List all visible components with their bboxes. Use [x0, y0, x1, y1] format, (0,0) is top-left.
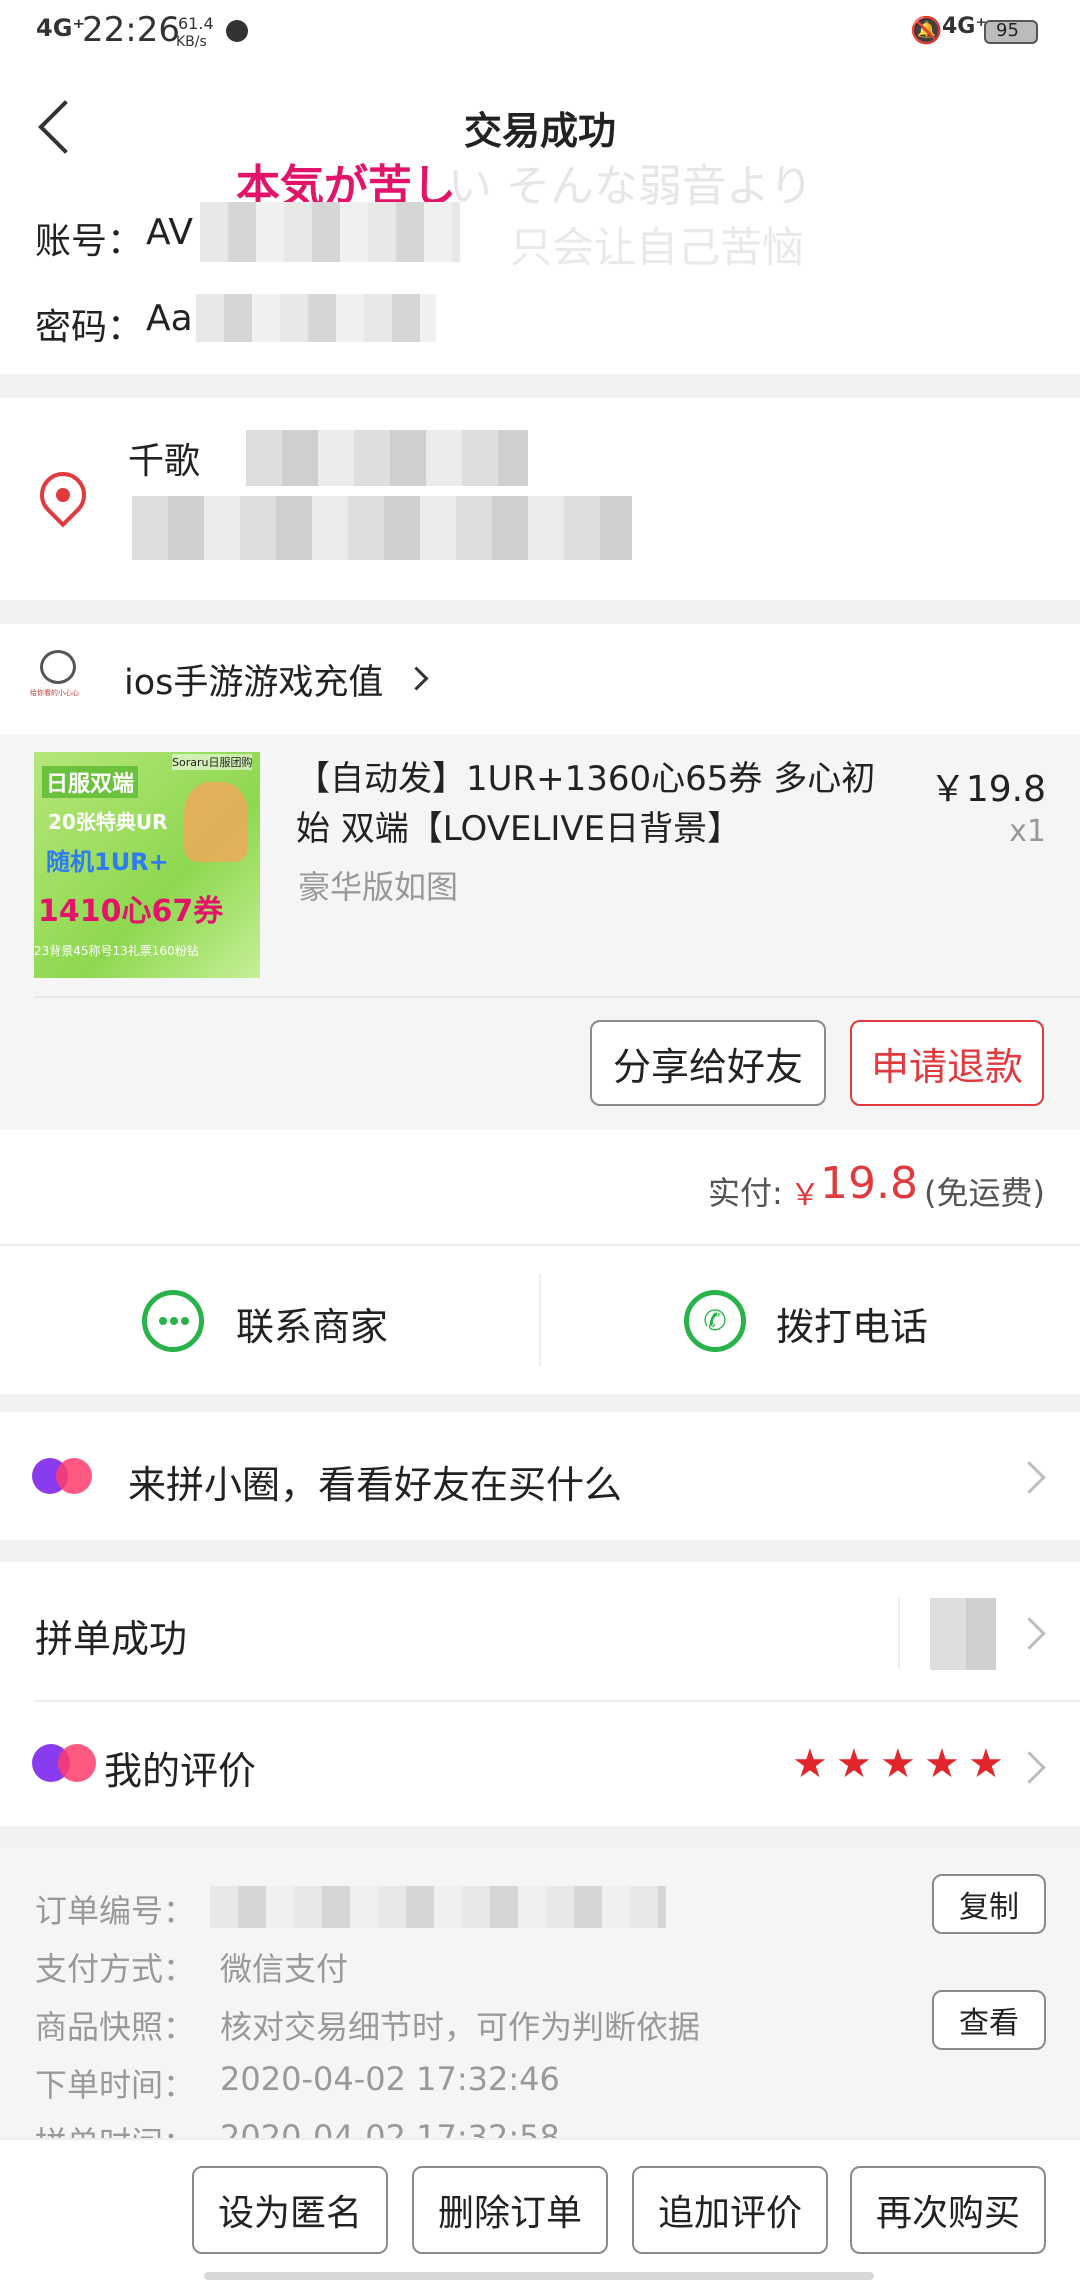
review-chevron-icon: [1013, 1751, 1046, 1784]
star-icon: ★: [792, 1741, 828, 1787]
order-info-section: 订单编号： 复制 支付方式： 微信支付 商品快照： 核对交易细节时，可作为判断依…: [0, 1848, 1080, 2162]
shop-header[interactable]: 给你看的小心心 ios手游游戏充值: [0, 624, 1080, 734]
phone-icon: ✆: [684, 1290, 746, 1352]
address-section[interactable]: 千歌: [0, 398, 1080, 600]
group-review-section: 拼单成功 我的评价 ★ ★ ★ ★ ★: [0, 1562, 1080, 1826]
star-icon: ★: [968, 1741, 1004, 1787]
password-label: 密码：: [35, 307, 144, 348]
product-quantity: x1: [1009, 814, 1046, 849]
product-divider: [34, 996, 1080, 998]
signal-indicator: 4G⁺: [36, 14, 86, 42]
paid-label: 实付:: [708, 1174, 783, 1212]
product-image-line-5: 23背景45称号13礼票160粉钻: [34, 944, 199, 958]
call-phone-button[interactable]: ✆ 拨打电话: [540, 1246, 1080, 1394]
star-icon: ★: [924, 1741, 960, 1787]
account-value: AV: [146, 212, 193, 253]
refund-button[interactable]: 申请退款: [850, 1020, 1044, 1106]
payment-section: 实付: ￥ 19.8 (免运费): [0, 1130, 1080, 1244]
product-image-line-4: 1410心67券: [38, 894, 224, 929]
product-image-badge: Soraru日服团购: [172, 754, 253, 770]
circle-chevron-icon: [1013, 1461, 1046, 1494]
product-image[interactable]: Soraru日服团购 日服双端 20张特典UR 随机1UR+ 1410心67券 …: [34, 752, 260, 978]
page-title: 交易成功: [463, 109, 616, 153]
product-spec: 豪华版如图: [298, 868, 459, 906]
recipient-name: 千歌: [128, 441, 201, 482]
clock: 22:26: [82, 10, 180, 50]
my-review-row[interactable]: 我的评价 ★ ★ ★ ★ ★: [0, 1702, 1080, 1826]
battery-level: 95: [996, 20, 1019, 41]
product-image-line-2: 20张特典UR: [48, 810, 168, 834]
pay-method-value: 微信支付: [220, 1950, 349, 1988]
shop-logo-caption: 给你看的小心心: [30, 689, 79, 697]
product-image-character: [184, 782, 248, 862]
shop-logo: 给你看的小心心: [30, 650, 84, 706]
buy-again-button[interactable]: 再次购买: [850, 2166, 1046, 2254]
product-title[interactable]: 【自动发】1UR+1360心65券 多心初始 双端【LOVELIVE日背景】: [296, 754, 886, 854]
view-snapshot-button[interactable]: 查看: [932, 1990, 1046, 2050]
star-icon: ★: [836, 1741, 872, 1787]
anonymous-button[interactable]: 设为匿名: [192, 2166, 388, 2254]
lyric-overlay-rest: い そんな弱音より: [448, 161, 814, 212]
password-redacted: [196, 294, 436, 342]
group-chevron-icon: [1013, 1617, 1046, 1650]
group-divider: [898, 1598, 900, 1668]
contact-merchant-button[interactable]: 联系商家: [0, 1246, 540, 1394]
network-indicator: 4G⁺: [942, 14, 987, 39]
product-price: ￥19.8: [929, 769, 1046, 810]
add-review-button[interactable]: 追加评价: [632, 2166, 828, 2254]
order-no-label: 订单编号：: [35, 1892, 196, 1930]
call-phone-label: 拨打电话: [776, 1305, 929, 1349]
paid-amount: 19.8: [820, 1158, 918, 1209]
chat-bubble-icon: [142, 1290, 204, 1352]
copy-button[interactable]: 复制: [932, 1874, 1046, 1934]
mute-icon: 🔕: [910, 16, 943, 46]
shop-logo-icon: [40, 650, 76, 684]
order-time-label: 下单时间：: [35, 2066, 196, 2104]
header-account-section: 交易成功 本気が苦し い そんな弱音より 只会让自己苦恼 账号： AV 密码： …: [0, 62, 1080, 374]
gesture-bar: [204, 2272, 874, 2280]
group-avatar-redacted: [930, 1598, 996, 1670]
contact-merchant-label: 联系商家: [236, 1305, 389, 1349]
status-bar: 4G⁺ 22:26 61.4 KB/s 🔕 4G⁺ 95: [0, 0, 1080, 62]
snapshot-value: 核对交易细节时，可作为判断依据: [220, 2008, 701, 2046]
bottom-action-bar: 设为匿名 删除订单 追加评价 再次购买: [0, 2138, 1080, 2280]
shop-name: ios手游游戏充值: [124, 663, 384, 703]
network-speed-unit: KB/s: [176, 34, 207, 50]
network-speed-value: 61.4: [178, 14, 214, 33]
paid-currency: ￥: [790, 1178, 820, 1213]
address-redacted: [132, 496, 632, 560]
circle-row[interactable]: 来拼小圈，看看好友在买什么: [0, 1412, 1080, 1540]
product-image-line-1: 日服双端: [42, 766, 139, 798]
account-label: 账号：: [35, 221, 144, 262]
group-success-label: 拼单成功: [35, 1617, 188, 1661]
group-success-row[interactable]: 拼单成功: [0, 1562, 1080, 1700]
lyric-overlay-line2: 只会让自己苦恼: [510, 223, 805, 272]
star-icon: ★: [880, 1741, 916, 1787]
password-value: Aa: [146, 298, 193, 339]
location-icon: [30, 462, 96, 528]
delete-order-button[interactable]: 删除订单: [412, 2166, 608, 2254]
order-time-value: 2020-04-02 17:32:46: [220, 2060, 560, 2098]
app-icon: [226, 20, 248, 42]
shipping-note: (免运费): [924, 1174, 1045, 1212]
product-image-line-3: 随机1UR+: [46, 848, 169, 876]
order-no-redacted: [210, 1886, 666, 1928]
review-label: 我的评价: [104, 1749, 257, 1793]
circle-label: 来拼小圈，看看好友在买什么: [128, 1463, 623, 1507]
contact-section: 联系商家 ✆ 拨打电话: [0, 1246, 1080, 1394]
pay-method-label: 支付方式：: [35, 1950, 196, 1988]
share-button[interactable]: 分享给好友: [590, 1020, 826, 1106]
account-redacted: [200, 202, 460, 262]
recipient-phone-redacted: [246, 430, 528, 486]
snapshot-label: 商品快照：: [35, 2008, 196, 2046]
shop-chevron-icon: [404, 666, 429, 691]
product-section: Soraru日服团购 日服双端 20张特典UR 随机1UR+ 1410心67券 …: [0, 734, 1080, 1130]
